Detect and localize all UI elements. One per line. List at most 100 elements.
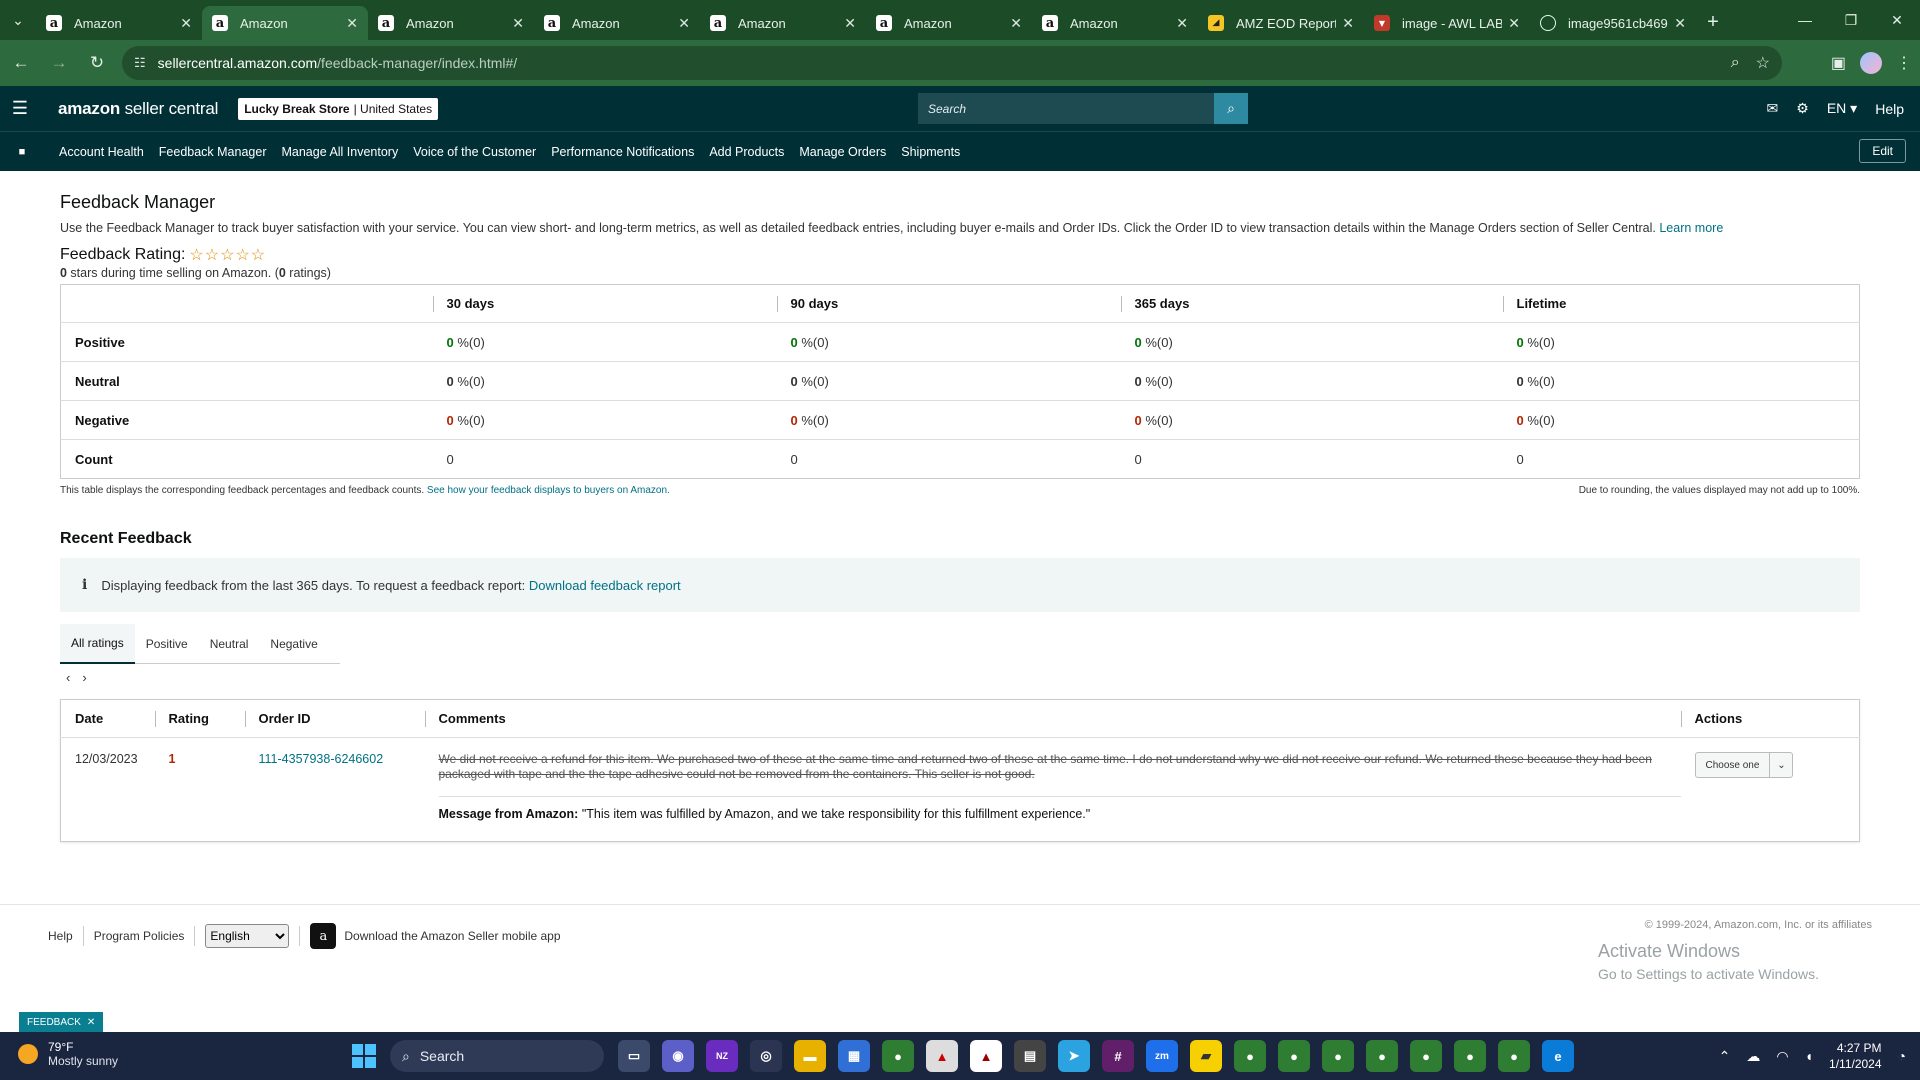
download-report-link[interactable]: Download feedback report: [529, 578, 681, 593]
tab-positive[interactable]: Positive: [135, 624, 199, 664]
chrome-icon[interactable]: ●: [1454, 1040, 1486, 1072]
wifi-icon[interactable]: ◠: [1776, 1048, 1788, 1065]
browser-tab[interactable]: ◢ AMZ EOD Report ✕: [1198, 6, 1364, 40]
volume-icon[interactable]: ◖: [1805, 1048, 1813, 1064]
chrome-icon[interactable]: ●: [1234, 1040, 1266, 1072]
close-icon[interactable]: ✕: [87, 1017, 95, 1028]
bookmark-star-icon[interactable]: ☆: [1756, 53, 1770, 73]
amazon-seller-central-logo[interactable]: amazon seller central: [58, 99, 218, 119]
tab-all-ratings[interactable]: All ratings: [60, 623, 135, 664]
action-select[interactable]: Choose one ⌄: [1694, 752, 1794, 778]
zoom-icon[interactable]: zm: [1146, 1040, 1178, 1072]
chrome-icon[interactable]: ●: [1278, 1040, 1310, 1072]
close-icon[interactable]: ✕: [1342, 15, 1354, 32]
help-link[interactable]: Help: [1875, 101, 1904, 117]
feedback-display-link[interactable]: See how your feedback displays to buyers…: [427, 485, 670, 496]
close-icon[interactable]: ✕: [1010, 15, 1022, 32]
clock[interactable]: 4:27 PM 1/11/2024: [1829, 1040, 1882, 1072]
app-icon[interactable]: ◎: [750, 1040, 782, 1072]
chevron-up-icon[interactable]: ⌃: [1719, 1048, 1731, 1065]
close-window-icon[interactable]: ✕: [1874, 0, 1920, 40]
order-id-link[interactable]: 111-4357938-6246602: [259, 752, 384, 766]
new-tab-button[interactable]: +: [1696, 5, 1730, 39]
footer-help-link[interactable]: Help: [48, 929, 73, 943]
chevron-right-icon[interactable]: ›: [82, 670, 86, 685]
hamburger-menu-icon[interactable]: ☰: [0, 86, 40, 131]
nav-add-products[interactable]: Add Products: [709, 145, 784, 159]
browser-tab-active[interactable]: a Amazon ✕: [202, 6, 368, 40]
chrome-icon[interactable]: ●: [1322, 1040, 1354, 1072]
nzxt-icon[interactable]: NZ: [706, 1040, 738, 1072]
notification-bell-icon[interactable]: ◔: [1898, 1048, 1906, 1064]
sticky-notes-icon[interactable]: ▰: [1190, 1040, 1222, 1072]
learn-more-link[interactable]: Learn more: [1659, 221, 1723, 235]
browser-tab[interactable]: ▼ image - AWL LABEL ✕: [1364, 6, 1530, 40]
zoom-icon[interactable]: ⌕: [1731, 54, 1740, 72]
app-icon[interactable]: ▲: [970, 1040, 1002, 1072]
browser-tab[interactable]: a Amazon ✕: [36, 6, 202, 40]
program-policies-link[interactable]: Program Policies: [94, 929, 185, 943]
close-icon[interactable]: ✕: [346, 15, 358, 32]
close-icon[interactable]: ✕: [1508, 15, 1520, 32]
browser-tab[interactable]: o image9561cb469 ✕: [1530, 6, 1696, 40]
back-icon[interactable]: ←: [4, 46, 38, 80]
calendar-icon[interactable]: ▦: [838, 1040, 870, 1072]
reload-icon[interactable]: ↻: [80, 46, 114, 80]
mail-icon[interactable]: ✉: [1767, 100, 1779, 117]
side-panel-icon[interactable]: ▣: [1831, 53, 1846, 73]
close-icon[interactable]: ✕: [180, 15, 192, 32]
browser-tab[interactable]: a Amazon ✕: [534, 6, 700, 40]
restore-icon[interactable]: ❐: [1828, 0, 1874, 40]
search-input[interactable]: [918, 93, 1214, 124]
edge-icon[interactable]: e: [1542, 1040, 1574, 1072]
browser-tab[interactable]: a Amazon ✕: [700, 6, 866, 40]
chevron-left-icon[interactable]: ‹: [66, 670, 70, 685]
close-icon[interactable]: ✕: [1176, 15, 1188, 32]
windows-start-icon[interactable]: [352, 1044, 376, 1068]
calculator-icon[interactable]: ▤: [1014, 1040, 1046, 1072]
gear-icon[interactable]: ⚙: [1796, 100, 1809, 117]
feedback-widget-button[interactable]: FEEDBACK ✕: [19, 1012, 104, 1032]
chrome-icon[interactable]: ●: [1366, 1040, 1398, 1072]
nav-shipments[interactable]: Shipments: [901, 145, 960, 159]
bookmark-icon[interactable]: ■: [0, 132, 44, 172]
site-info-icon[interactable]: ☷: [134, 55, 146, 71]
task-view-icon[interactable]: ▭: [618, 1040, 650, 1072]
search-icon[interactable]: ⌕: [1214, 93, 1248, 124]
close-icon[interactable]: ✕: [1674, 15, 1686, 32]
file-explorer-icon[interactable]: ▬: [794, 1040, 826, 1072]
taskbar-search[interactable]: ⌕ Search: [390, 1040, 604, 1072]
edit-nav-button[interactable]: Edit: [1859, 139, 1906, 163]
chrome-menu-icon[interactable]: ⋮: [1896, 53, 1912, 73]
tab-neutral[interactable]: Neutral: [199, 624, 260, 664]
close-icon[interactable]: ✕: [678, 15, 690, 32]
profile-avatar[interactable]: [1860, 52, 1882, 74]
address-bar[interactable]: ☷ sellercentral.amazon.com/feedback-mana…: [122, 46, 1782, 80]
chrome-icon[interactable]: ●: [1498, 1040, 1530, 1072]
close-icon[interactable]: ✕: [844, 15, 856, 32]
weather-widget[interactable]: 79°F Mostly sunny: [18, 1040, 118, 1068]
forward-icon[interactable]: →: [42, 46, 76, 80]
minimize-icon[interactable]: —: [1782, 0, 1828, 40]
browser-tab[interactable]: a Amazon ✕: [1032, 6, 1198, 40]
language-selector[interactable]: EN ▾: [1827, 100, 1857, 117]
nav-manage-all-inventory[interactable]: Manage All Inventory: [281, 145, 398, 159]
browser-tab[interactable]: a Amazon ✕: [368, 6, 534, 40]
mobile-app-link[interactable]: Download the Amazon Seller mobile app: [344, 929, 560, 943]
browser-tab[interactable]: a Amazon ✕: [866, 6, 1032, 40]
app-icon[interactable]: ▲: [926, 1040, 958, 1072]
nav-account-health[interactable]: Account Health: [59, 145, 144, 159]
slack-icon[interactable]: #: [1102, 1040, 1134, 1072]
teams-icon[interactable]: ◉: [662, 1040, 694, 1072]
nav-feedback-manager[interactable]: Feedback Manager: [159, 145, 267, 159]
nav-manage-orders[interactable]: Manage Orders: [799, 145, 886, 159]
footer-language-select[interactable]: English: [205, 924, 290, 948]
chrome-icon[interactable]: ●: [882, 1040, 914, 1072]
nav-voice-of-customer[interactable]: Voice of the Customer: [413, 145, 536, 159]
close-icon[interactable]: ✕: [512, 15, 524, 32]
nav-performance-notifications[interactable]: Performance Notifications: [551, 145, 694, 159]
tab-search-icon[interactable]: ⌄: [0, 0, 36, 40]
tab-negative[interactable]: Negative: [259, 624, 328, 664]
store-selector[interactable]: Lucky Break Store | United States: [238, 97, 439, 120]
chrome-icon[interactable]: ●: [1410, 1040, 1442, 1072]
